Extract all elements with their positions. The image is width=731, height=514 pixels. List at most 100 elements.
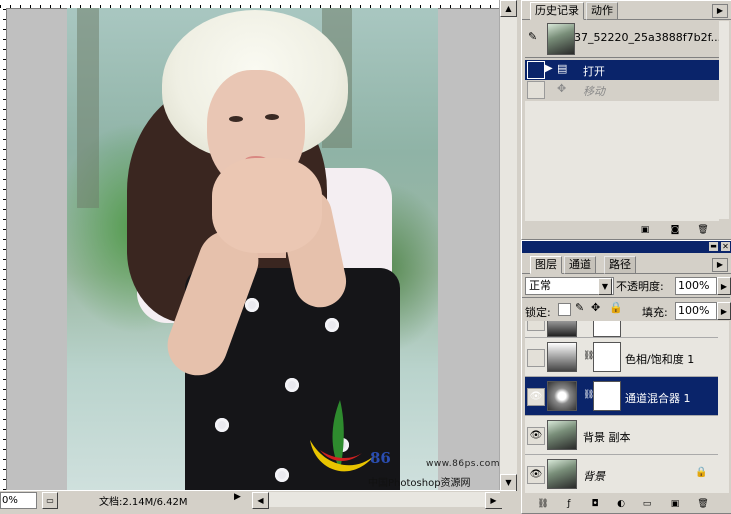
opacity-slider-button[interactable]: ▶ (717, 277, 731, 295)
layer-row[interactable]: 👁 背景 🔒 (525, 455, 718, 493)
layers-list: ⛓ 色相/饱和度 1 👁 ⛓ 通道混合器 1 👁 背景 副本 👁 背景 🔒 (525, 321, 718, 493)
watermark-logo-icon (310, 400, 375, 472)
dress-flower (275, 468, 289, 482)
divider (525, 57, 719, 58)
adjustment-thumbnail (547, 321, 577, 337)
scroll-down-button[interactable]: ▼ (500, 474, 517, 491)
image-thumbnail (547, 420, 577, 450)
status-menu-button[interactable]: ▭ (42, 492, 58, 509)
watermark-site: 中国Photoshop资源网 (368, 478, 471, 489)
vertical-scrollbar[interactable] (499, 0, 517, 490)
background-tree (77, 8, 99, 208)
resize-corner[interactable] (500, 492, 516, 508)
fill-slider-button[interactable]: ▶ (717, 302, 731, 320)
chevron-down-icon: ▼ (601, 282, 609, 291)
vertical-ruler[interactable] (0, 8, 7, 490)
trash-icon[interactable]: 🗑 (696, 223, 710, 237)
opacity-field[interactable]: 100% (675, 277, 717, 295)
eye-icon[interactable]: 👁 (527, 388, 545, 406)
history-tabs: 历史记录 动作 ▶ (522, 1, 731, 20)
opacity-label: 不透明度: (616, 280, 664, 293)
layer-style-icon[interactable]: ƒ (562, 497, 576, 511)
history-source-checkbox[interactable] (527, 61, 545, 79)
zoom-field[interactable]: 0% (0, 492, 37, 509)
lock-position-icon[interactable]: ✥ (591, 301, 600, 314)
tab-history[interactable]: 历史记录 (530, 2, 584, 20)
trash-icon[interactable]: 🗑 (696, 497, 710, 511)
add-mask-icon[interactable]: ◘ (588, 497, 602, 511)
snapshot-thumbnail (547, 23, 575, 55)
new-document-from-state-icon[interactable]: ▣ (638, 223, 652, 237)
triangle-right-icon: ▶ (720, 281, 728, 291)
link-chain-icon: ⛓ (583, 351, 595, 361)
watermark-url: www.86ps.com (426, 459, 501, 469)
visibility-toggle[interactable] (527, 321, 545, 331)
layer-name: 通道混合器 1 (625, 392, 691, 405)
arrow-left-icon: ◀ (257, 496, 264, 505)
history-item-move[interactable]: ✥ 移动 (525, 80, 729, 100)
layers-panel-footer: ⛓ ƒ ◘ ◐ ▭ ▣ 🗑 (522, 495, 731, 513)
lock-all-icon[interactable]: 🔒 (609, 301, 623, 314)
layers-panel: ▬ ✕ 图层 通道 路径 ▶ 正常 ▼ 不透明度: 100% ▶ 锁定: ✎ ✥… (521, 240, 731, 514)
history-item-open[interactable]: ▶ ▤ 打开 (525, 60, 729, 80)
history-brush-icon[interactable]: ✎ (528, 30, 542, 44)
layer-row[interactable] (525, 321, 718, 338)
move-tool-icon: ✥ (557, 82, 567, 95)
scroll-up-button[interactable]: ▲ (500, 0, 517, 17)
layers-panel-titlebar[interactable]: ▬ ✕ (522, 241, 731, 253)
layer-row-selected[interactable]: 👁 ⛓ 通道混合器 1 (525, 377, 718, 416)
dress-flower (325, 318, 339, 332)
layer-row[interactable]: ⛓ 色相/饱和度 1 (525, 338, 718, 377)
visibility-toggle[interactable] (527, 349, 545, 367)
divider (522, 297, 730, 298)
history-source-checkbox[interactable] (527, 81, 545, 99)
panel-menu-icon: ▶ (716, 260, 724, 269)
adjustment-layer-icon[interactable]: ◐ (614, 497, 628, 511)
new-group-icon[interactable]: ▭ (640, 497, 654, 511)
snapshot-name: 37_52220_25a3888f7b2f... (574, 31, 722, 44)
camera-snapshot-icon[interactable]: ◙ (668, 223, 682, 237)
layer-name: 背景 (583, 470, 605, 483)
status-arrow-button[interactable]: ▶ (234, 492, 246, 507)
document-image[interactable] (67, 8, 438, 490)
layers-panel-menu-button[interactable]: ▶ (712, 258, 728, 272)
link-layers-icon[interactable]: ⛓ (536, 497, 550, 511)
dress-flower (245, 298, 259, 312)
document-size-status: 文档:2.14M/6.42M (99, 497, 188, 508)
fill-field[interactable]: 100% (675, 302, 717, 320)
hands (212, 158, 322, 253)
lock-label: 锁定: (525, 306, 551, 319)
layer-row[interactable]: 👁 背景 副本 (525, 416, 718, 455)
layer-mask-thumbnail (593, 321, 621, 337)
eye-left (229, 116, 243, 122)
history-panel-menu-button[interactable]: ▶ (712, 4, 728, 18)
layer-name: 色相/饱和度 1 (625, 353, 695, 366)
layers-scrollbar[interactable] (718, 321, 729, 493)
panel-menu-icon: ▶ (716, 6, 724, 15)
tab-layers[interactable]: 图层 (530, 256, 562, 274)
tab-actions[interactable]: 动作 (586, 2, 618, 20)
triangle-right-icon: ▶ (720, 306, 728, 316)
layer-mask-thumbnail (593, 381, 621, 411)
close-icon[interactable]: ✕ (721, 242, 730, 251)
layers-tabs: 图层 通道 路径 ▶ (522, 255, 731, 274)
open-document-icon: ▤ (557, 62, 568, 75)
history-scrollbar[interactable] (719, 21, 729, 219)
tab-paths[interactable]: 路径 (604, 256, 636, 274)
lock-transparency-icon[interactable] (558, 303, 571, 316)
doc-icon: ▭ (46, 496, 54, 505)
history-panel: 历史记录 动作 ▶ ✎ 37_52220_25a3888f7b2f... ▶ ▤… (521, 0, 731, 240)
minimize-icon[interactable]: ▬ (709, 242, 718, 251)
history-item-label: 打开 (583, 65, 605, 78)
arrow-up-icon: ▲ (505, 4, 512, 13)
eye-icon[interactable]: 👁 (527, 466, 545, 484)
horizontal-scrollbar[interactable] (252, 492, 500, 507)
scroll-left-button[interactable]: ◀ (252, 492, 269, 509)
eye-icon[interactable]: 👁 (527, 427, 545, 445)
lock-image-brush-icon[interactable]: ✎ (575, 301, 584, 314)
new-layer-icon[interactable]: ▣ (668, 497, 682, 511)
tab-channels[interactable]: 通道 (564, 256, 596, 274)
adjustment-thumbnail (547, 342, 577, 372)
blend-mode-dropdown[interactable]: ▼ (598, 278, 612, 295)
arrow-down-icon: ▼ (505, 478, 512, 487)
